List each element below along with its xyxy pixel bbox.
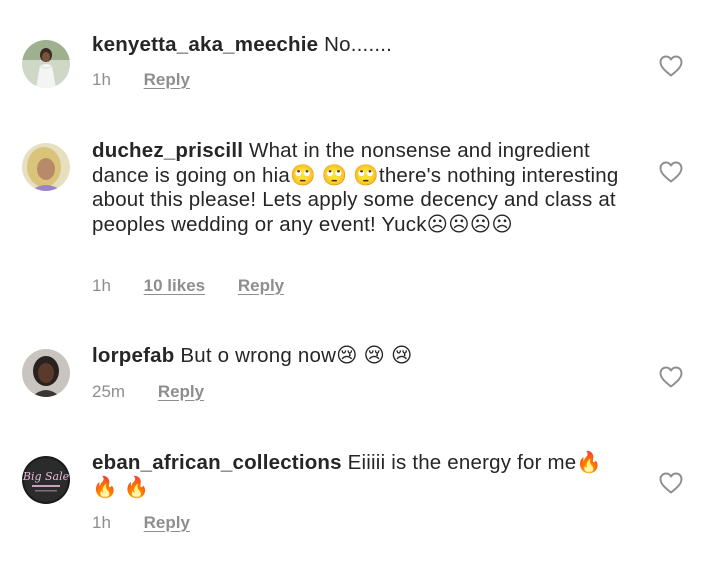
avatar-woman-blonde-icon	[22, 143, 70, 191]
comment-body: But o wrong now😢 😢 😢	[180, 344, 413, 367]
comment-text: duchez_priscill What in the nonsense and…	[92, 139, 632, 237]
heart-icon	[659, 161, 683, 183]
avatar-woman-white-dress-icon	[22, 40, 70, 88]
comment-timestamp: 1h	[92, 513, 111, 532]
heart-icon	[659, 366, 683, 388]
comment-meta: 1h 10 likes Reply	[92, 276, 326, 296]
avatar[interactable]	[22, 349, 70, 397]
comment-meta: 1h Reply	[92, 70, 232, 90]
comment-username[interactable]: lorpefab	[92, 344, 174, 367]
avatar-big-sale-logo-icon: Big Sale	[22, 456, 70, 504]
comment-timestamp: 1h	[92, 276, 111, 295]
avatar-woman-braids-icon	[22, 349, 70, 397]
comment-timestamp: 1h	[92, 70, 111, 89]
comment-meta: 1h Reply	[92, 513, 232, 533]
comment-username[interactable]: duchez_priscill	[92, 139, 243, 162]
comment-timestamp: 25m	[92, 382, 126, 401]
like-button[interactable]	[659, 472, 683, 494]
like-button[interactable]	[659, 161, 683, 183]
reply-button[interactable]: Reply	[238, 276, 284, 296]
comment-body: No.......	[324, 33, 393, 56]
comment-username[interactable]: eban_african_collections	[92, 451, 342, 474]
comment-meta: 25m Reply	[92, 382, 246, 402]
heart-icon	[659, 472, 683, 494]
comment-text: kenyetta_aka_meechie No.......	[92, 33, 632, 58]
comment-text: lorpefab But o wrong now😢 😢 😢	[92, 344, 632, 369]
avatar[interactable]	[22, 40, 70, 88]
comment-username[interactable]: kenyetta_aka_meechie	[92, 33, 318, 56]
comment-text: eban_african_collections Eiiiii is the e…	[92, 451, 632, 500]
reply-button[interactable]: Reply	[144, 513, 190, 533]
logo-text: Big Sale	[22, 470, 70, 483]
reply-button[interactable]: Reply	[144, 70, 190, 90]
heart-icon	[659, 55, 683, 77]
likes-count-link[interactable]: 10 likes	[144, 276, 205, 296]
avatar[interactable]	[22, 143, 70, 191]
avatar[interactable]: Big Sale	[22, 456, 70, 504]
like-button[interactable]	[659, 366, 683, 388]
reply-button[interactable]: Reply	[158, 382, 204, 402]
like-button[interactable]	[659, 55, 683, 77]
